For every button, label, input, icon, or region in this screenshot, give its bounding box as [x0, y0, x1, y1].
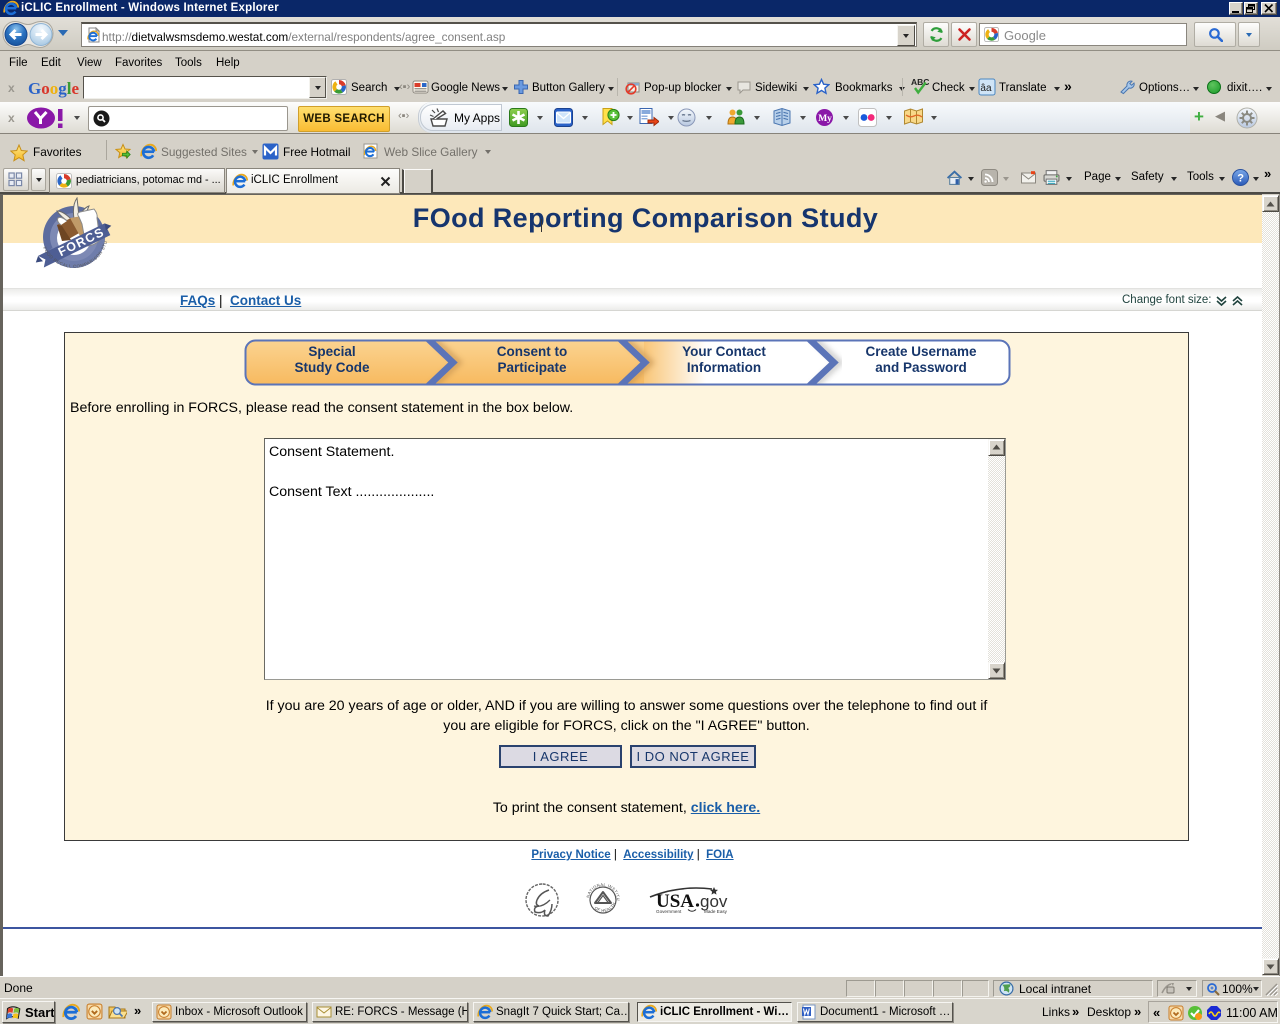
svg-text:My: My: [818, 114, 832, 124]
svg-text:ABC: ABC: [911, 77, 929, 87]
svg-text:Made Easy: Made Easy: [704, 909, 728, 914]
svg-text:Government: Government: [656, 909, 682, 914]
svg-text:âa: âa: [980, 83, 992, 94]
svg-text:?: ?: [1237, 173, 1244, 185]
